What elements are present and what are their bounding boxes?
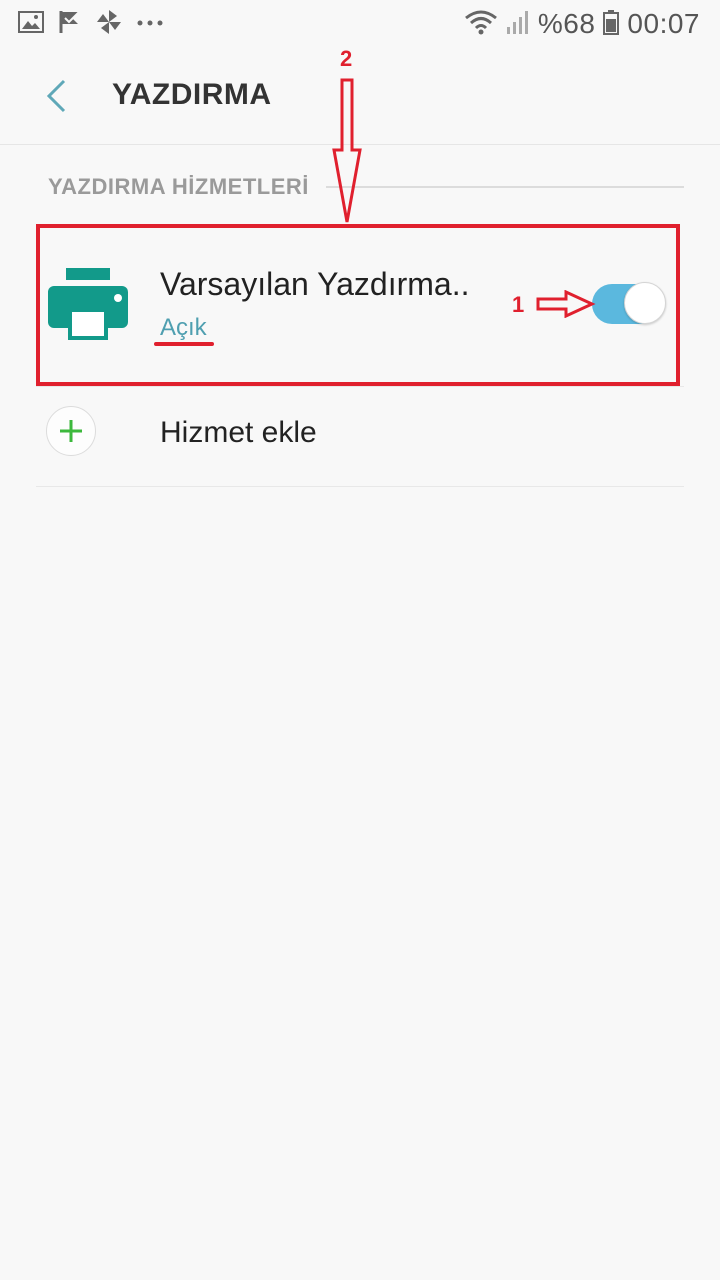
wifi-icon: [464, 9, 498, 40]
add-service-item[interactable]: Hizmet ekle: [36, 380, 684, 487]
pinwheel-icon: [96, 9, 122, 40]
page-title: YAZDIRMA: [112, 78, 272, 111]
more-dots-icon: [136, 15, 164, 33]
annotation-arrow-right: [536, 290, 596, 318]
annotation-number-1: 1: [512, 292, 525, 317]
annotation-arrow-down: [332, 78, 362, 223]
status-bar-right: %68 00:07: [464, 8, 700, 40]
image-icon: [18, 10, 44, 39]
check-flag-icon: [58, 9, 82, 40]
plus-icon: [46, 406, 96, 456]
section-title: YAZDIRMA HİZMETLERİ: [48, 174, 309, 199]
back-button[interactable]: [36, 76, 76, 116]
status-bar: %68 00:07: [0, 0, 720, 48]
status-bar-left: [18, 9, 164, 40]
signal-icon: [506, 9, 530, 40]
section-divider: [326, 186, 684, 188]
annotation-number-2: 2: [340, 46, 353, 71]
battery-icon: [603, 9, 620, 40]
battery-percent: %68: [537, 8, 596, 39]
clock: 00:07: [627, 8, 700, 39]
annotation-underline: [154, 342, 214, 346]
add-service-label: Hizmet ekle: [160, 416, 317, 449]
chevron-left-icon: [46, 79, 66, 113]
